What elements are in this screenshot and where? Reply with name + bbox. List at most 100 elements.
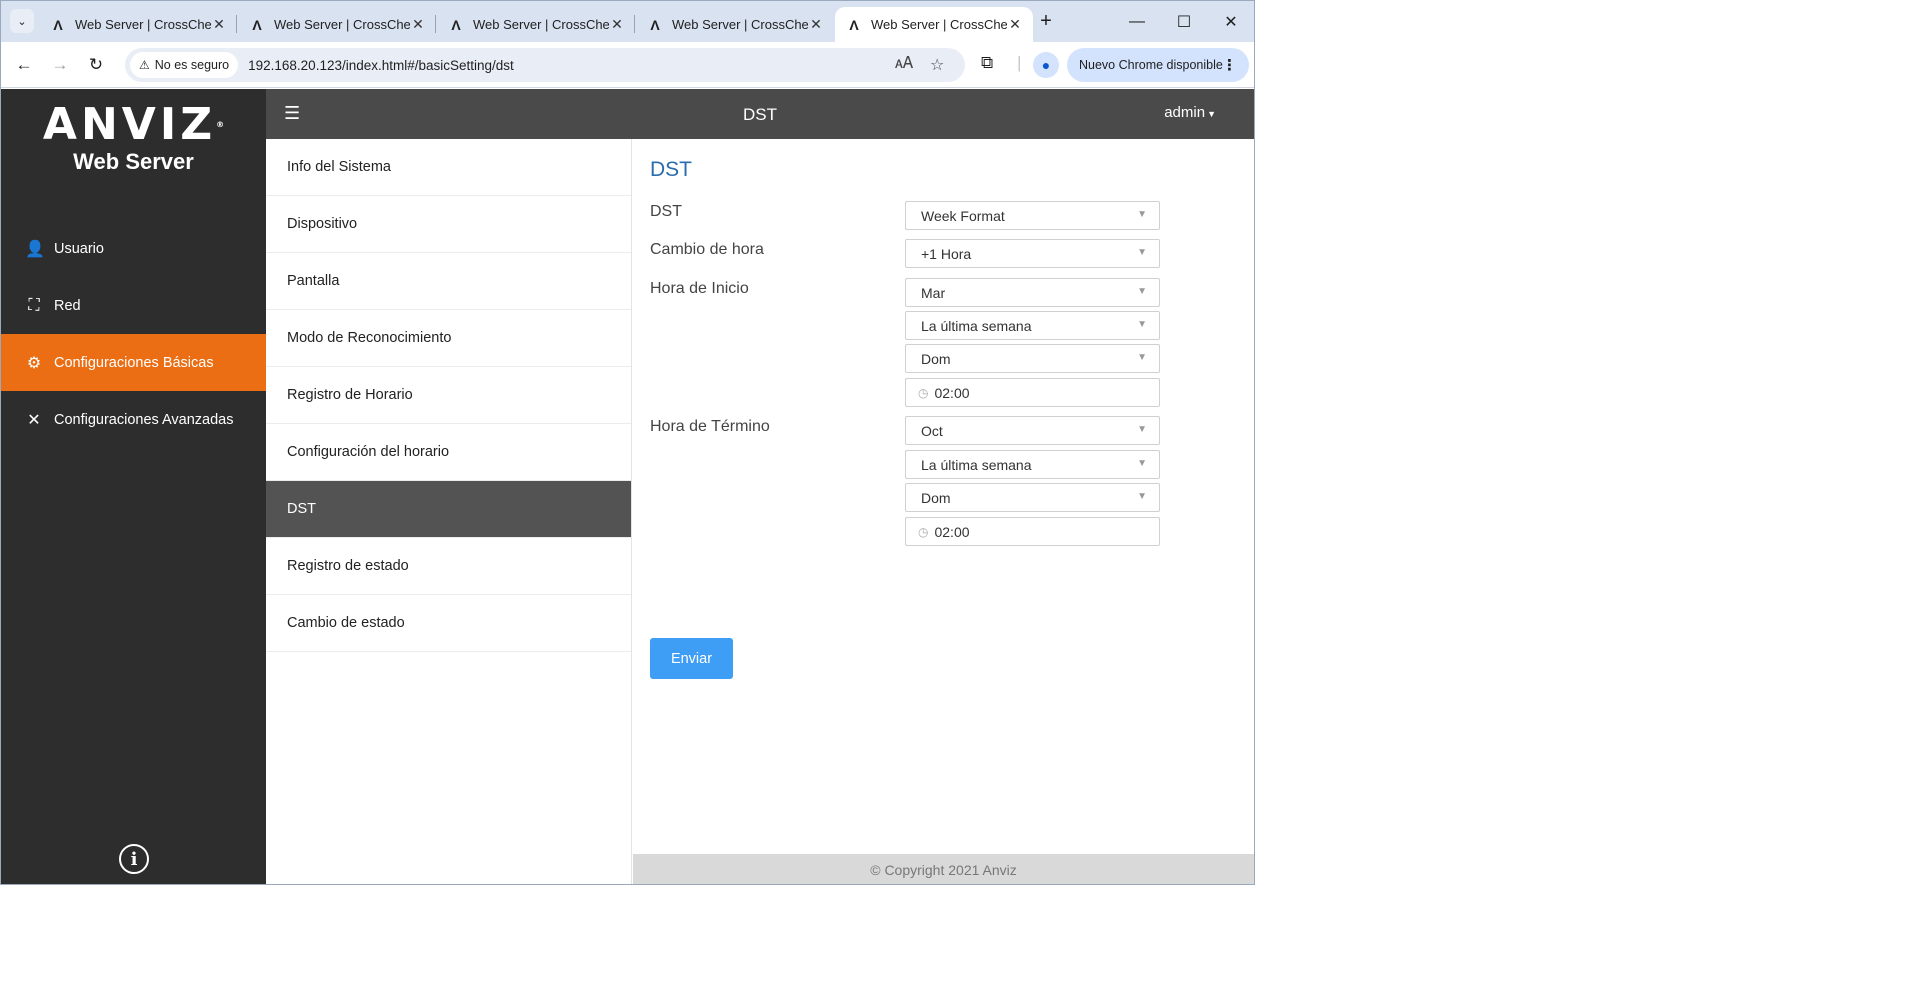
start-month-select[interactable]: Mar ▼	[905, 278, 1160, 307]
security-chip[interactable]: ⚠ No es seguro	[130, 52, 239, 78]
submenu-item-cambio-de-estado[interactable]: Cambio de estado	[266, 595, 631, 652]
anviz-favicon-icon: Λ	[650, 16, 660, 33]
sidebar-item-label: Usuario	[54, 240, 104, 257]
close-icon[interactable]: ✕	[410, 16, 426, 33]
kebab-menu-icon[interactable]: ⋮	[1222, 56, 1237, 74]
minimize-button[interactable]: —	[1114, 1, 1160, 42]
anviz-favicon-icon: Λ	[252, 16, 262, 33]
plus-icon: +	[1040, 9, 1052, 32]
submit-button[interactable]: Enviar	[650, 638, 733, 679]
url-text[interactable]: 192.168.20.123/index.html#/basicSetting/…	[248, 58, 514, 73]
maximize-button[interactable]: ☐	[1161, 1, 1207, 42]
browser-tab[interactable]: Λ Web Server | CrossChex ✕	[437, 7, 635, 42]
reload-button[interactable]: ↻	[83, 52, 109, 78]
network-icon: ⛶	[28, 296, 40, 314]
close-icon[interactable]: ✕	[808, 16, 824, 33]
chevron-down-icon: ⌄	[17, 15, 27, 28]
submenu-item-configuracion-del-horario[interactable]: Configuración del horario	[266, 424, 631, 481]
forward-button[interactable]: →	[47, 52, 73, 78]
close-icon[interactable]: ✕	[1007, 16, 1023, 33]
browser-tab[interactable]: Λ Web Server | CrossChex ✕	[636, 7, 834, 42]
profile-avatar[interactable]: ●	[1033, 52, 1059, 78]
close-icon: ✕	[1224, 13, 1238, 31]
chevron-down-icon: ▼	[1137, 458, 1147, 469]
anviz-favicon-icon: Λ	[451, 16, 461, 33]
dst-form-panel: DST DST Week Format ▼ Cambio de hora +1 …	[633, 139, 1254, 884]
new-tab-button[interactable]: +	[1034, 9, 1058, 33]
time-shift-select[interactable]: +1 Hora ▼	[905, 239, 1160, 268]
select-value: La última semana	[921, 317, 1032, 334]
gear-icon: ⚙	[26, 354, 42, 372]
sidebar-item-label: Red	[54, 297, 81, 314]
submenu-item-registro-de-estado[interactable]: Registro de estado	[266, 538, 631, 595]
back-button[interactable]: ←	[11, 52, 37, 78]
end-label: Hora de Término	[650, 418, 770, 435]
warning-icon: ⚠	[139, 58, 150, 72]
toolbar-divider: |	[1017, 53, 1022, 72]
tab-search-button[interactable]: ⌄	[10, 9, 34, 33]
chevron-down-icon: ▼	[1137, 491, 1147, 502]
extensions-icon[interactable]: ⧉	[981, 53, 993, 73]
translate-icon[interactable]: 🗚	[895, 55, 913, 73]
end-week-select[interactable]: La última semana ▼	[905, 450, 1160, 479]
browser-tab[interactable]: Λ Web Server | CrossChex ✕	[39, 7, 237, 42]
tab-separator	[236, 15, 237, 33]
start-week-select[interactable]: La última semana ▼	[905, 311, 1160, 340]
user-menu[interactable]: admin ▼	[1164, 104, 1216, 121]
chevron-down-icon: ▼	[1137, 319, 1147, 330]
chevron-down-icon: ▼	[1137, 247, 1147, 258]
sidebar-item-configuraciones-avanzadas[interactable]: ✕ Configuraciones Avanzadas	[1, 391, 266, 448]
dst-mode-select[interactable]: Week Format ▼	[905, 201, 1160, 230]
select-value: Mar	[921, 284, 946, 301]
close-icon[interactable]: ✕	[609, 16, 625, 33]
select-value: Dom	[921, 350, 951, 367]
close-window-button[interactable]: ✕	[1208, 1, 1254, 42]
submenu-item-info-del-sistema[interactable]: Info del Sistema	[266, 139, 631, 196]
star-icon[interactable]: ☆	[930, 55, 944, 75]
user-name: admin	[1164, 104, 1206, 121]
submenu-item-dst[interactable]: DST	[266, 481, 631, 538]
shift-label: Cambio de hora	[650, 241, 764, 258]
address-bar[interactable]: ⚠ No es seguro 192.168.20.123/index.html…	[125, 48, 965, 82]
sidebar-item-configuraciones-basicas[interactable]: ⚙ Configuraciones Básicas	[1, 334, 266, 391]
end-month-select[interactable]: Oct ▼	[905, 416, 1160, 445]
chevron-down-icon: ▼	[1137, 209, 1147, 220]
browser-tab[interactable]: Λ Web Server | CrossChex ✕	[238, 7, 436, 42]
minimize-icon: —	[1129, 12, 1145, 30]
info-icon[interactable]: i	[119, 844, 149, 874]
submenu-item-registro-de-horario[interactable]: Registro de Horario	[266, 367, 631, 424]
update-chrome-button[interactable]: Nuevo Chrome disponible ⋮	[1067, 48, 1249, 82]
tab-separator	[435, 15, 436, 33]
caret-down-icon: ▼	[1207, 109, 1216, 119]
select-value: Week Format	[921, 207, 1005, 224]
start-time-input[interactable]: ◷ 02:00	[905, 378, 1160, 407]
time-value: 02:00	[934, 384, 970, 401]
submenu-item-dispositivo[interactable]: Dispositivo	[266, 196, 631, 253]
tab-title: Web Server | CrossChex	[75, 17, 211, 32]
browser-window: ⌄ Λ Web Server | CrossChex ✕ Λ Web Serve…	[0, 0, 1255, 885]
registered-mark: ®	[216, 120, 225, 129]
select-value: Oct	[921, 422, 943, 439]
person-icon: ●	[1041, 57, 1051, 73]
start-day-select[interactable]: Dom ▼	[905, 344, 1160, 373]
page-title: DST	[743, 105, 777, 124]
chevron-down-icon: ▼	[1137, 286, 1147, 297]
arrow-right-icon: →	[51, 55, 69, 74]
browser-toolbar: ← → ↻ ⚠ No es seguro 192.168.20.123/inde…	[1, 42, 1254, 88]
top-bar: ☰ DST admin ▼	[266, 89, 1254, 139]
submenu-item-pantalla[interactable]: Pantalla	[266, 253, 631, 310]
sidebar-item-red[interactable]: ⛶ Red	[1, 277, 266, 334]
sidebar-item-usuario[interactable]: 👤 Usuario	[1, 220, 266, 277]
end-day-select[interactable]: Dom ▼	[905, 483, 1160, 512]
tab-title: Web Server | CrossChex	[274, 17, 410, 32]
settings-submenu: Info del Sistema Dispositivo Pantalla Mo…	[266, 139, 632, 884]
anviz-favicon-icon: Λ	[849, 16, 859, 33]
browser-tab-active[interactable]: Λ Web Server | CrossChex ✕	[835, 7, 1033, 42]
anviz-favicon-icon: Λ	[53, 16, 63, 33]
dst-label: DST	[650, 203, 682, 220]
reload-icon: ↻	[88, 55, 104, 74]
close-icon[interactable]: ✕	[211, 16, 227, 33]
submenu-item-modo-de-reconocimiento[interactable]: Modo de Reconocimiento	[266, 310, 631, 367]
sidebar-item-label: Configuraciones Avanzadas	[54, 411, 234, 428]
end-time-input[interactable]: ◷ 02:00	[905, 517, 1160, 546]
